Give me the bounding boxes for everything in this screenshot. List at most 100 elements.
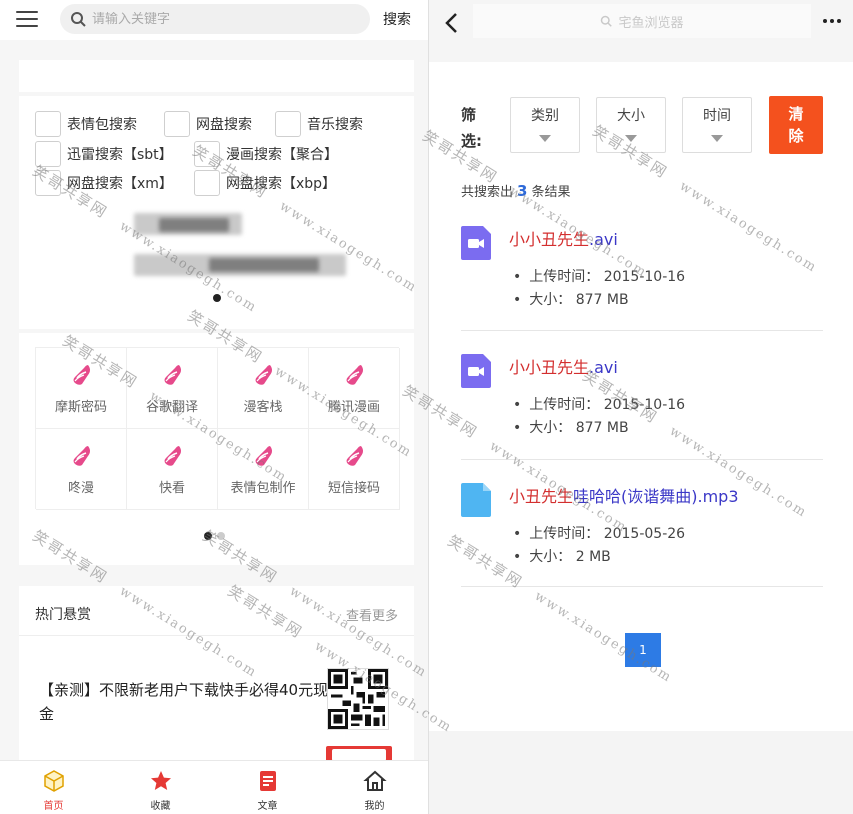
checkbox[interactable] bbox=[35, 111, 61, 137]
engine-option[interactable]: 网盘搜索【xm】 bbox=[35, 170, 173, 196]
search-button[interactable]: 搜索 bbox=[383, 9, 411, 29]
tool-item[interactable]: 漫客栈 bbox=[218, 348, 309, 429]
bounty-title: 热门悬赏 bbox=[35, 607, 91, 623]
engine-option[interactable]: 漫画搜索【聚合】 bbox=[194, 141, 338, 167]
tool-item[interactable]: 咚漫 bbox=[36, 429, 127, 510]
tab-articles[interactable]: 文章 bbox=[214, 761, 321, 814]
tool-item[interactable]: 腾讯漫画 bbox=[309, 348, 400, 429]
carousel-dot[interactable] bbox=[217, 532, 225, 540]
dropdown-arrow-icon bbox=[711, 135, 723, 142]
tool-item[interactable]: 快看 bbox=[127, 429, 218, 510]
checkbox[interactable] bbox=[35, 141, 61, 167]
filter-category-select[interactable]: 类别 bbox=[510, 97, 580, 153]
engine-option[interactable]: 迅雷搜索【sbt】 bbox=[35, 141, 173, 167]
video-file-icon bbox=[461, 354, 491, 388]
result-title-link[interactable]: 小小丑先生.avi bbox=[509, 226, 618, 250]
browser-top-bar: 宅鱼浏览器 bbox=[429, 0, 853, 62]
tool-label: 表情包制作 bbox=[230, 480, 296, 496]
blurred-content bbox=[209, 258, 319, 272]
result-summary: 共搜索出 3 条结果 bbox=[461, 181, 570, 200]
result-title-link[interactable]: 小丑先生哇哈哈(诙谐舞曲).mp3 bbox=[509, 483, 739, 507]
back-arrow-icon[interactable] bbox=[443, 12, 459, 34]
engine-label: 音乐搜索 bbox=[307, 117, 363, 133]
filter-size-select[interactable]: 大小 bbox=[596, 97, 666, 153]
bottom-strip bbox=[429, 731, 853, 814]
divider bbox=[461, 586, 823, 587]
engine-label: 网盘搜索【xm】 bbox=[67, 176, 173, 192]
summary-prefix: 共搜索出 bbox=[461, 185, 514, 200]
pagination-page-button[interactable]: 1 bbox=[625, 633, 661, 667]
engine-option[interactable]: 音乐搜索 bbox=[275, 111, 363, 137]
view-more-link[interactable]: 查看更多 bbox=[346, 605, 398, 624]
left-app-panel: 搜索 表情包搜索 网盘搜索 音乐搜索 迅雷搜索【sbt】 漫画搜索【聚合】 网盘… bbox=[0, 0, 428, 814]
file-size: 大小： 877 MB bbox=[513, 289, 628, 309]
clear-label-bottom: 除 bbox=[788, 127, 804, 145]
tab-label: 收藏 bbox=[150, 801, 171, 812]
carousel-dots bbox=[204, 532, 225, 540]
tool-item[interactable]: 表情包制作 bbox=[218, 429, 309, 510]
tool-label: 谷歌翻译 bbox=[145, 399, 198, 415]
engine-label: 迅雷搜索【sbt】 bbox=[67, 147, 173, 163]
engine-option[interactable]: 网盘搜索 bbox=[164, 111, 252, 137]
search-box bbox=[60, 4, 370, 34]
menu-icon[interactable] bbox=[16, 11, 38, 29]
checkbox[interactable] bbox=[35, 170, 61, 196]
dropdown-arrow-icon bbox=[625, 135, 637, 142]
conch-icon bbox=[73, 445, 90, 466]
article-icon bbox=[259, 771, 276, 791]
engine-option[interactable]: 表情包搜索 bbox=[35, 111, 137, 137]
tab-label: 我的 bbox=[364, 801, 385, 812]
tool-item[interactable]: 摩斯密码 bbox=[36, 348, 127, 429]
engine-label: 表情包搜索 bbox=[67, 117, 137, 133]
tab-favorites[interactable]: 收藏 bbox=[107, 761, 214, 814]
clear-filter-button[interactable]: 清 除 bbox=[769, 96, 823, 154]
title-highlight: 小小丑先生 bbox=[509, 230, 590, 249]
conch-icon bbox=[73, 364, 90, 385]
bottom-tab-bar: 首页 收藏 文章 我的 bbox=[0, 760, 428, 814]
bounty-card: 热门悬赏 查看更多 【亲测】不限新老用户下载快手必得40元现金 bbox=[19, 586, 414, 766]
checkbox[interactable] bbox=[275, 111, 301, 137]
filter-label-top: 筛 bbox=[461, 106, 477, 124]
tab-profile[interactable]: 我的 bbox=[321, 761, 428, 814]
more-options-icon[interactable] bbox=[823, 19, 841, 23]
result-item: 小丑先生哇哈哈(诙谐舞曲).mp3 上传时间： 2015-05-26 大小： 2… bbox=[461, 483, 823, 565]
address-bar[interactable]: 宅鱼浏览器 bbox=[473, 4, 811, 38]
checkbox[interactable] bbox=[194, 141, 220, 167]
engine-label: 网盘搜索 bbox=[196, 117, 252, 133]
engine-label: 漫画搜索【聚合】 bbox=[226, 147, 338, 163]
checkbox[interactable] bbox=[194, 170, 220, 196]
tab-home[interactable]: 首页 bbox=[0, 761, 107, 814]
filter-option-label: 大小 bbox=[617, 108, 645, 124]
filter-label-bottom: 选: bbox=[461, 132, 482, 150]
bounty-item-text[interactable]: 【亲测】不限新老用户下载快手必得40元现金 bbox=[39, 678, 329, 726]
carousel-dot-active[interactable] bbox=[204, 532, 212, 540]
engine-option[interactable]: 网盘搜索【xbp】 bbox=[194, 170, 336, 196]
upload-time: 上传时间： 2015-05-26 bbox=[513, 523, 685, 543]
search-engine-card: 表情包搜索 网盘搜索 音乐搜索 迅雷搜索【sbt】 漫画搜索【聚合】 网盘搜索【… bbox=[19, 96, 414, 329]
slider-dot[interactable] bbox=[213, 294, 221, 302]
filter-time-select[interactable]: 时间 bbox=[682, 97, 752, 153]
result-item: 小小丑先生.avi 上传时间： 2015-10-16 大小： 877 MB bbox=[461, 354, 823, 436]
bounty-header: 热门悬赏 查看更多 bbox=[19, 586, 414, 636]
search-input[interactable] bbox=[92, 11, 352, 27]
result-item: 小小丑先生.avi 上传时间： 2015-10-16 大小： 877 MB bbox=[461, 226, 823, 309]
filter-label: 筛 选: bbox=[461, 102, 487, 154]
title-highlight: 小小丑先生 bbox=[509, 358, 590, 377]
conch-icon bbox=[255, 364, 272, 385]
result-count: 3 bbox=[517, 182, 528, 200]
checkbox[interactable] bbox=[164, 111, 190, 137]
conch-icon bbox=[255, 445, 272, 466]
dropdown-arrow-icon bbox=[539, 135, 551, 142]
title-rest: .avi bbox=[589, 230, 618, 249]
title-rest: .avi bbox=[589, 358, 618, 377]
tool-label: 短信接码 bbox=[327, 480, 380, 496]
summary-suffix: 条结果 bbox=[531, 185, 571, 200]
tool-label: 咚漫 bbox=[67, 480, 94, 496]
video-file-icon bbox=[461, 226, 491, 260]
tool-label: 摩斯密码 bbox=[54, 399, 107, 415]
tools-grid: 摩斯密码 谷歌翻译 漫客栈 腾讯漫画咚漫 快看 表情包制作 短信接码 bbox=[35, 347, 400, 510]
search-icon bbox=[71, 12, 86, 27]
tool-item[interactable]: 短信接码 bbox=[309, 429, 400, 510]
tool-item[interactable]: 谷歌翻译 bbox=[127, 348, 218, 429]
result-title-link[interactable]: 小小丑先生.avi bbox=[509, 354, 618, 378]
